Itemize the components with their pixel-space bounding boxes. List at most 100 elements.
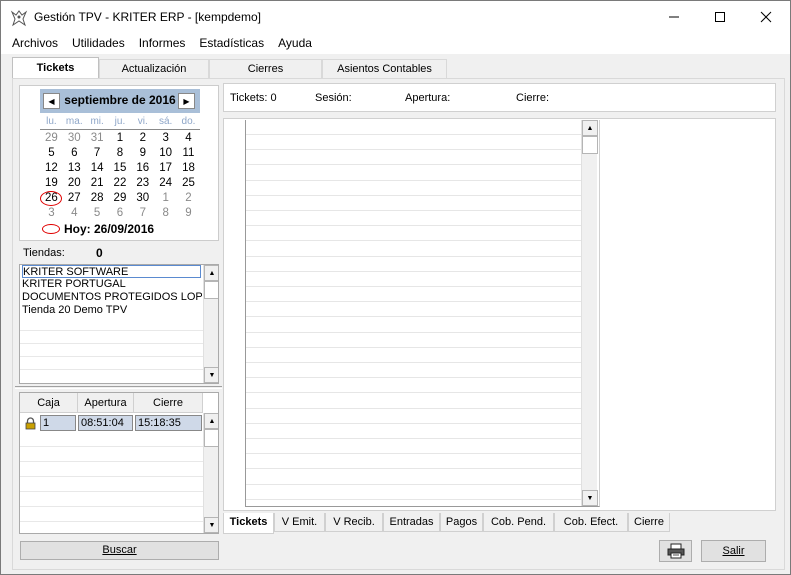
- today-link[interactable]: Hoy: 26/09/2016: [42, 222, 154, 236]
- tab-v-emit[interactable]: V Emit.: [274, 513, 325, 532]
- calendar[interactable]: ◀ septiembre de 2016 ▶ lu. ma. mi. ju. vi. sá…: [19, 85, 219, 241]
- tab-asientos-contables[interactable]: Asientos Contables: [322, 59, 447, 79]
- tiendas-label: Tiendas:: [23, 247, 65, 259]
- calendar-week: 12 13 14 15 16 17 18: [40, 161, 200, 176]
- calendar-day[interactable]: 14: [86, 161, 109, 176]
- scroll-down-button[interactable]: ▼: [204, 367, 218, 383]
- calendar-day[interactable]: 27: [63, 191, 86, 206]
- calendar-day[interactable]: 4: [63, 206, 86, 221]
- tickets-list-scrollbar[interactable]: ▲ ▼: [581, 120, 598, 506]
- next-month-button[interactable]: ▶: [178, 93, 195, 109]
- calendar-day[interactable]: 13: [63, 161, 86, 176]
- calendar-day[interactable]: 16: [131, 161, 154, 176]
- scroll-thumb[interactable]: [204, 429, 218, 447]
- scroll-up-button[interactable]: ▲: [204, 413, 218, 429]
- tab-cob-efect[interactable]: Cob. Efect.: [554, 513, 628, 532]
- calendar-day[interactable]: 30: [131, 191, 154, 206]
- calendar-day[interactable]: 6: [109, 206, 132, 221]
- tab-entradas[interactable]: Entradas: [383, 513, 440, 532]
- calendar-day[interactable]: 23: [131, 176, 154, 191]
- calendar-day[interactable]: 19: [40, 176, 63, 191]
- calendar-day[interactable]: 25: [177, 176, 200, 191]
- list-item[interactable]: DOCUMENTOS PROTEGIDOS LOPD: [22, 291, 202, 304]
- tab-pagos[interactable]: Pagos: [440, 513, 483, 532]
- calendar-day[interactable]: 31: [86, 131, 109, 146]
- maximize-button[interactable]: [697, 1, 743, 33]
- calendar-day[interactable]: 10: [154, 146, 177, 161]
- buscar-button[interactable]: Buscar: [20, 541, 219, 560]
- tab-cierre[interactable]: Cierre: [628, 513, 670, 532]
- calendar-day[interactable]: 24: [154, 176, 177, 191]
- panel-splitter[interactable]: [15, 386, 222, 389]
- tab-tickets-bottom[interactable]: Tickets: [223, 513, 274, 534]
- calendar-day[interactable]: 11: [177, 146, 200, 161]
- menu-archivos[interactable]: Archivos: [5, 33, 65, 54]
- calendar-day[interactable]: 12: [40, 161, 63, 176]
- tab-cierres[interactable]: Cierres: [209, 59, 322, 79]
- calendar-day[interactable]: 30: [63, 131, 86, 146]
- calendar-day[interactable]: 29: [109, 191, 132, 206]
- scroll-down-button[interactable]: ▼: [204, 517, 218, 533]
- scroll-thumb[interactable]: [204, 281, 218, 299]
- tab-v-recib[interactable]: V Recib.: [325, 513, 383, 532]
- tiendas-count: 0: [96, 246, 103, 260]
- calendar-day[interactable]: 1: [109, 131, 132, 146]
- tickets-list[interactable]: ▲ ▼: [245, 120, 600, 507]
- calendar-day[interactable]: 18: [177, 161, 200, 176]
- calendar-day[interactable]: 4: [177, 131, 200, 146]
- list-item[interactable]: KRITER SOFTWARE: [22, 265, 201, 278]
- scroll-down-button[interactable]: ▼: [582, 490, 598, 506]
- calendar-day[interactable]: 20: [63, 176, 86, 191]
- calendar-day[interactable]: 26: [40, 191, 63, 206]
- menu-utilidades[interactable]: Utilidades: [65, 33, 132, 54]
- calendar-day[interactable]: 5: [86, 206, 109, 221]
- calendar-day[interactable]: 5: [40, 146, 63, 161]
- store-list[interactable]: KRITER SOFTWARE KRITER PORTUGAL DOCUMENT…: [19, 264, 219, 384]
- menu-estadisticas[interactable]: Estadísticas: [192, 33, 271, 54]
- caja-grid[interactable]: Caja Apertura Cierre 1 08:51:04 15:18:35…: [19, 392, 219, 534]
- minimize-button[interactable]: [651, 1, 697, 33]
- calendar-day[interactable]: 28: [86, 191, 109, 206]
- column-header-apertura[interactable]: Apertura: [78, 393, 134, 413]
- calendar-day[interactable]: 29: [40, 131, 63, 146]
- list-item[interactable]: Tienda 20 Demo TPV: [22, 304, 202, 317]
- list-item[interactable]: KRITER PORTUGAL: [22, 278, 202, 291]
- scroll-up-button[interactable]: ▲: [582, 120, 598, 136]
- menu-ayuda[interactable]: Ayuda: [271, 33, 319, 54]
- prev-month-button[interactable]: ◀: [43, 93, 60, 109]
- salir-button[interactable]: Salir: [701, 540, 766, 562]
- list-gridline: [246, 301, 581, 303]
- tab-tickets[interactable]: Tickets: [12, 57, 99, 79]
- calendar-day[interactable]: 15: [109, 161, 132, 176]
- print-button[interactable]: [659, 540, 692, 562]
- calendar-day[interactable]: 2: [177, 191, 200, 206]
- tab-cob-pend[interactable]: Cob. Pend.: [483, 513, 554, 532]
- store-list-scrollbar[interactable]: ▲ ▼: [203, 265, 218, 383]
- tab-actualizacion[interactable]: Actualización: [99, 59, 209, 79]
- scroll-thumb[interactable]: [582, 136, 598, 154]
- close-button[interactable]: [743, 1, 789, 33]
- caja-grid-scrollbar[interactable]: ▲ ▼: [203, 413, 218, 533]
- calendar-day[interactable]: 9: [177, 206, 200, 221]
- calendar-day[interactable]: 9: [131, 146, 154, 161]
- calendar-day[interactable]: 21: [86, 176, 109, 191]
- column-header-cierre[interactable]: Cierre: [134, 393, 203, 413]
- calendar-day[interactable]: 3: [154, 131, 177, 146]
- cell-cierre[interactable]: 15:18:35: [135, 415, 202, 431]
- calendar-day[interactable]: 7: [131, 206, 154, 221]
- cell-apertura[interactable]: 08:51:04: [78, 415, 133, 431]
- column-header-caja[interactable]: Caja: [20, 393, 78, 413]
- calendar-day[interactable]: 7: [86, 146, 109, 161]
- cell-caja[interactable]: 1: [40, 415, 76, 431]
- chevron-right-icon: ▶: [183, 96, 190, 106]
- calendar-day[interactable]: 6: [63, 146, 86, 161]
- calendar-day[interactable]: 8: [154, 206, 177, 221]
- calendar-day[interactable]: 22: [109, 176, 132, 191]
- calendar-day[interactable]: 17: [154, 161, 177, 176]
- calendar-day[interactable]: 1: [154, 191, 177, 206]
- scroll-up-button[interactable]: ▲: [204, 265, 218, 281]
- calendar-day[interactable]: 3: [40, 206, 63, 221]
- calendar-day[interactable]: 8: [109, 146, 132, 161]
- menu-informes[interactable]: Informes: [132, 33, 193, 54]
- calendar-day[interactable]: 2: [131, 131, 154, 146]
